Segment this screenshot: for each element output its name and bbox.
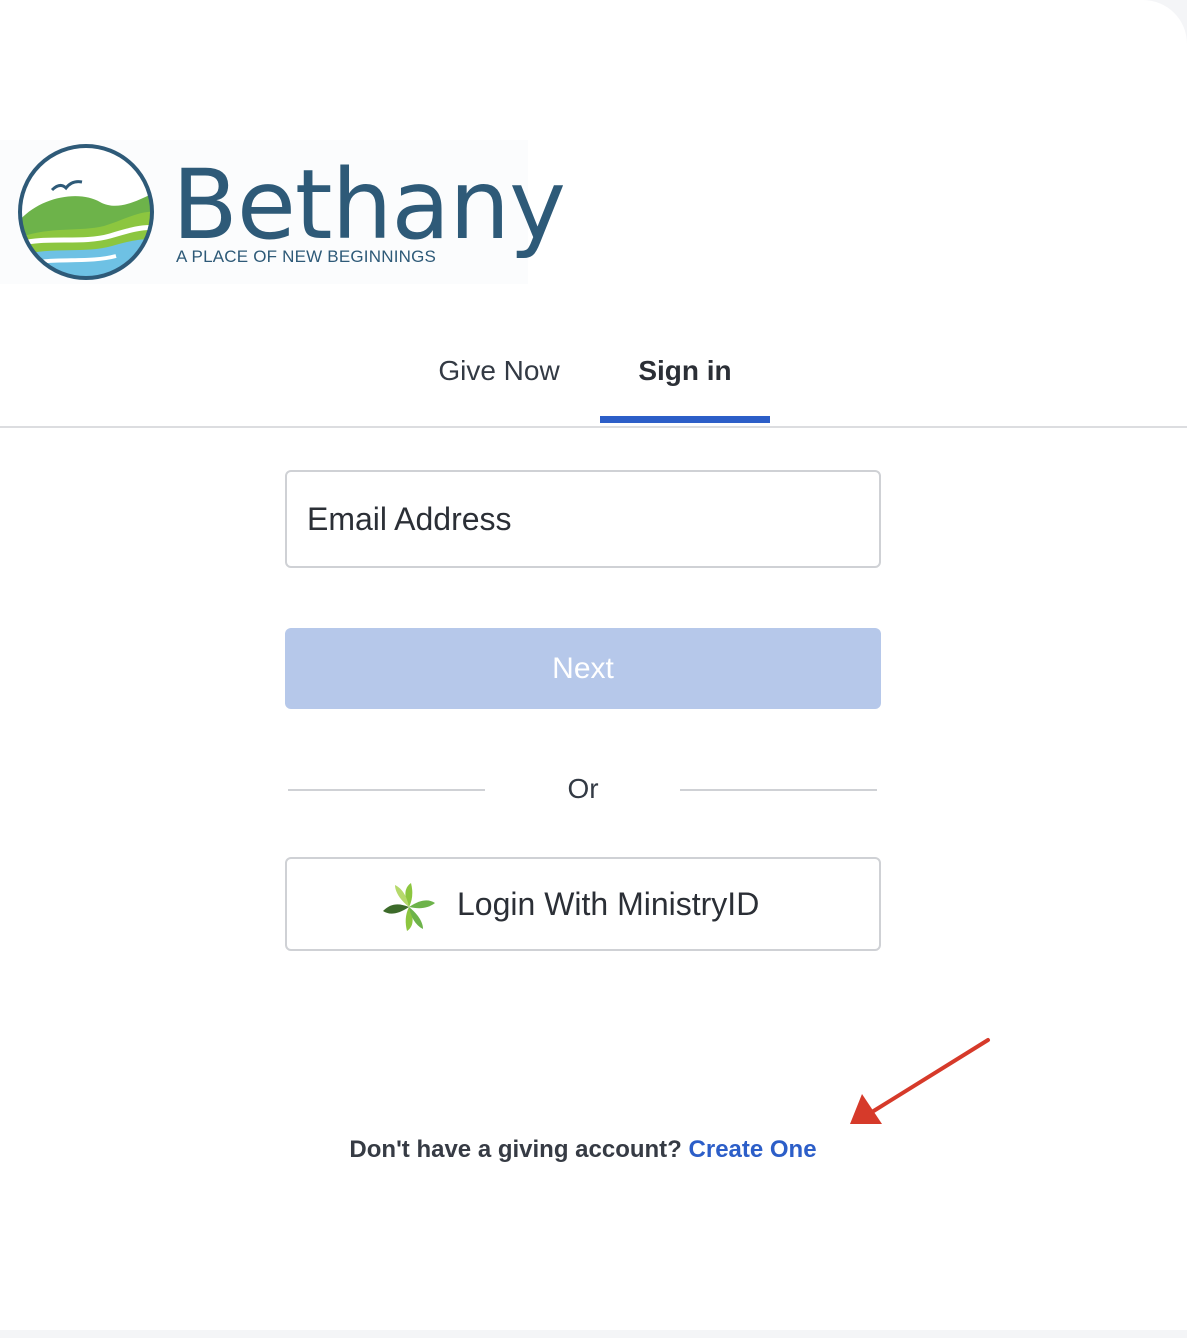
active-tab-indicator — [600, 416, 770, 423]
login-ministryid-button[interactable]: Login With MinistryID — [285, 857, 881, 951]
create-account-link[interactable]: Create One — [689, 1136, 817, 1163]
next-button[interactable]: Next — [285, 628, 881, 709]
divider-line-right — [680, 789, 877, 791]
tab-bar: Give Now Sign in — [0, 330, 1187, 428]
create-account-prompt: Don't have a giving account? Create One — [0, 1130, 1166, 1170]
ministryid-leaf-icon — [383, 881, 435, 938]
footer-prompt-text: Don't have a giving account? — [349, 1136, 682, 1163]
email-field[interactable] — [285, 470, 881, 568]
brand-name: Bethany — [172, 149, 566, 261]
ministryid-label: Login With MinistryID — [457, 886, 760, 922]
tab-give-now[interactable]: Give Now — [410, 330, 588, 424]
tab-sign-in[interactable]: Sign in — [600, 330, 770, 424]
signin-card: Bethany A PLACE OF NEW BEGINNINGS Give N… — [0, 0, 1187, 1330]
divider-line-left — [288, 789, 485, 791]
red-arrow-icon — [850, 1038, 990, 1124]
or-divider-label: Or — [567, 773, 599, 804]
brand-tagline: A PLACE OF NEW BEGINNINGS — [176, 247, 437, 266]
